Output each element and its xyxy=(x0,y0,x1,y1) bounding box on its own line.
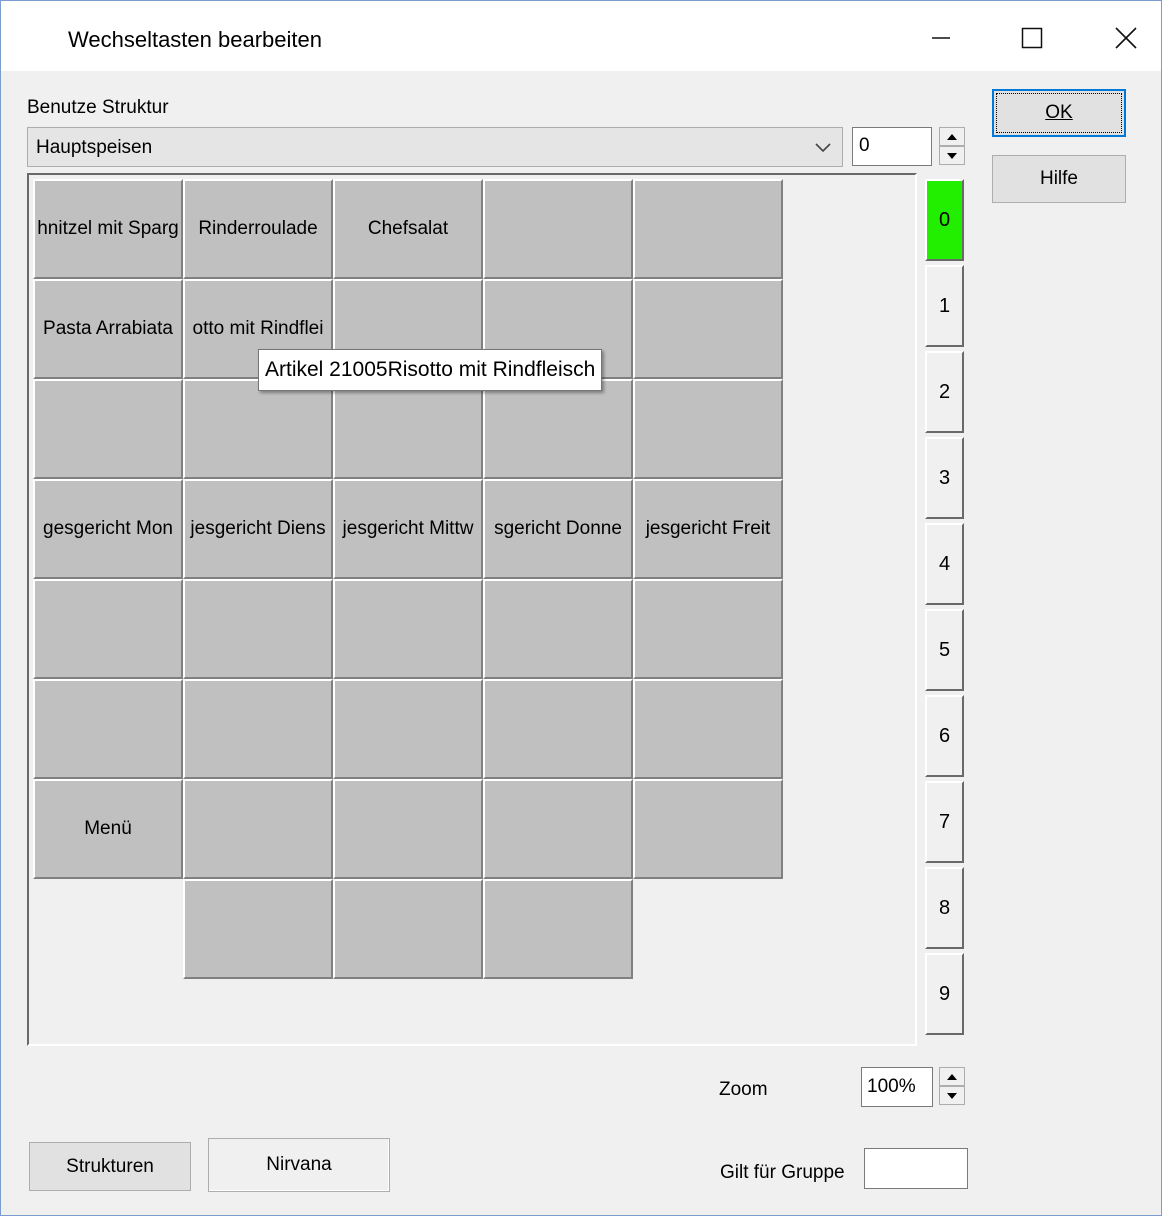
minimize-icon xyxy=(932,37,950,39)
hilfe-button[interactable]: Hilfe xyxy=(992,155,1126,203)
layer-tab[interactable]: 1 xyxy=(925,265,964,347)
key-button[interactable] xyxy=(633,779,783,879)
key-button[interactable] xyxy=(483,779,633,879)
layer-tab[interactable]: 2 xyxy=(925,351,964,433)
key-button[interactable] xyxy=(333,579,483,679)
key-button[interactable] xyxy=(183,779,333,879)
key-button[interactable] xyxy=(633,179,783,279)
ok-button-label: OK xyxy=(1045,102,1073,123)
key-button[interactable]: gesgericht Mon xyxy=(33,479,183,579)
structure-dropdown[interactable]: Hauptspeisen xyxy=(27,127,843,167)
level-input[interactable]: 0 xyxy=(852,127,932,166)
layer-tab[interactable]: 8 xyxy=(925,867,964,949)
zoom-up-button[interactable] xyxy=(939,1067,965,1086)
maximize-icon xyxy=(1021,27,1043,49)
key-button[interactable] xyxy=(633,379,783,479)
chevron-down-icon xyxy=(815,143,831,153)
arrow-down-icon xyxy=(947,152,957,159)
layer-tab[interactable]: 7 xyxy=(925,781,964,863)
key-button[interactable] xyxy=(333,379,483,479)
title-bar[interactable]: Wechseltasten bearbeiten xyxy=(1,1,1161,71)
key-button[interactable]: Menü xyxy=(33,779,183,879)
level-up-button[interactable] xyxy=(939,127,965,146)
key-button[interactable] xyxy=(483,879,633,979)
arrow-up-icon xyxy=(947,133,957,140)
key-button[interactable]: jesgericht Freit xyxy=(633,479,783,579)
layer-tab[interactable]: 0 xyxy=(925,179,964,261)
key-button[interactable] xyxy=(333,779,483,879)
zoom-down-button[interactable] xyxy=(939,1086,965,1105)
strukturen-button-label: Strukturen xyxy=(66,1155,154,1177)
zoom-input[interactable]: 100% xyxy=(861,1067,933,1107)
zoom-value: 100% xyxy=(867,1076,916,1097)
dialog-window: Wechseltasten bearbeiten Benutze Struktu… xyxy=(0,0,1162,1216)
hilfe-button-label: Hilfe xyxy=(1039,168,1078,189)
level-spinner xyxy=(939,127,965,165)
key-button[interactable] xyxy=(633,679,783,779)
structure-selected: Hauptspeisen xyxy=(36,137,153,158)
key-button[interactable] xyxy=(33,579,183,679)
key-button[interactable] xyxy=(183,379,333,479)
key-button[interactable] xyxy=(483,379,633,479)
key-button[interactable]: sgericht Donne xyxy=(483,479,633,579)
layer-tab[interactable]: 3 xyxy=(925,437,964,519)
key-button[interactable] xyxy=(183,879,333,979)
nirvana-button[interactable]: Nirvana xyxy=(208,1138,390,1192)
level-value: 0 xyxy=(859,135,870,156)
level-down-button[interactable] xyxy=(939,146,965,165)
key-button[interactable]: jesgericht Diens xyxy=(183,479,333,579)
layer-tab[interactable]: 5 xyxy=(925,609,964,691)
key-button[interactable]: Rinderroulade xyxy=(183,179,333,279)
key-button[interactable]: jesgericht Mittw xyxy=(333,479,483,579)
window-title: Wechseltasten bearbeiten xyxy=(68,27,322,52)
key-button[interactable] xyxy=(483,579,633,679)
key-button[interactable] xyxy=(333,879,483,979)
layer-tab[interactable]: 9 xyxy=(925,953,964,1035)
key-button[interactable] xyxy=(633,579,783,679)
key-button[interactable] xyxy=(33,679,183,779)
arrow-up-icon xyxy=(947,1073,957,1080)
key-button[interactable]: hnitzel mit Sparg xyxy=(33,179,183,279)
strukturen-button[interactable]: Strukturen xyxy=(29,1142,191,1191)
zoom-label: Zoom xyxy=(719,1079,768,1100)
minimize-button[interactable] xyxy=(906,11,976,65)
key-button[interactable]: Pasta Arrabiata xyxy=(33,279,183,379)
arrow-down-icon xyxy=(947,1092,957,1099)
key-button[interactable] xyxy=(33,379,183,479)
close-button[interactable] xyxy=(1091,11,1161,65)
key-button[interactable] xyxy=(183,679,333,779)
nirvana-button-label: Nirvana xyxy=(266,1154,332,1175)
key-button[interactable] xyxy=(333,679,483,779)
tooltip: Artikel 21005Risotto mit Rindfleisch xyxy=(258,349,603,391)
ok-button[interactable]: OK xyxy=(992,89,1126,137)
maximize-button[interactable] xyxy=(997,11,1067,65)
gruppe-input[interactable] xyxy=(864,1148,968,1189)
key-button[interactable] xyxy=(483,179,633,279)
layer-tab[interactable]: 6 xyxy=(925,695,964,777)
gruppe-label: Gilt für Gruppe xyxy=(720,1162,845,1183)
key-button[interactable] xyxy=(633,279,783,379)
key-button[interactable]: Chefsalat xyxy=(333,179,483,279)
zoom-spinner xyxy=(939,1067,965,1105)
structure-label: Benutze Struktur xyxy=(27,97,169,118)
key-button[interactable] xyxy=(183,579,333,679)
layer-tab[interactable]: 4 xyxy=(925,523,964,605)
key-button[interactable] xyxy=(483,679,633,779)
close-icon xyxy=(1115,27,1137,49)
